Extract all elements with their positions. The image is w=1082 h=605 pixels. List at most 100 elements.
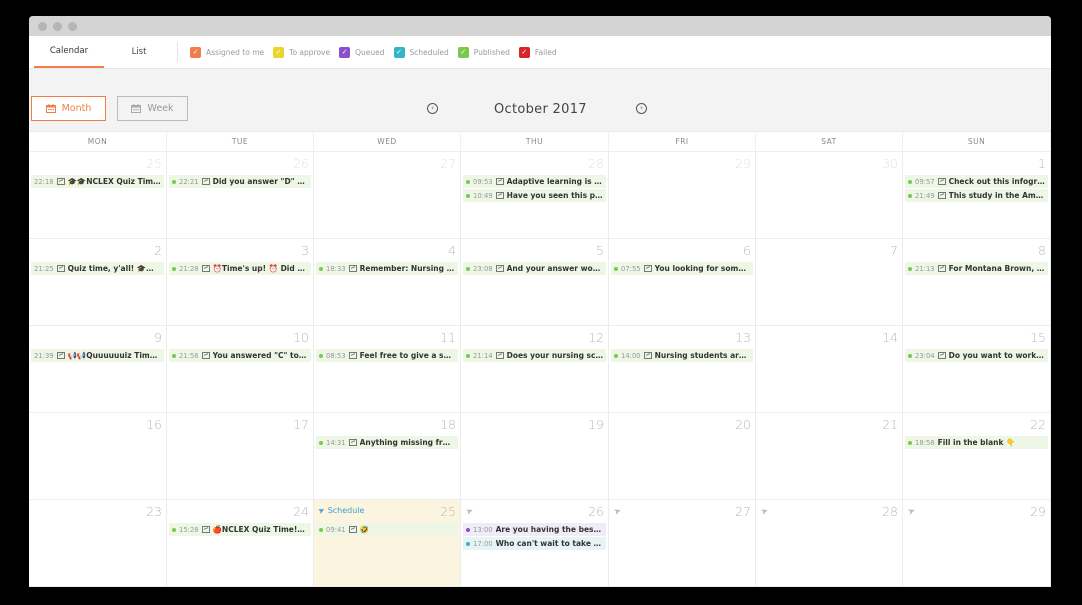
day-number: 27 [735,504,751,519]
post-text: ⏰Time's up! ⏰ Did yo... [212,264,308,273]
post-item-published[interactable]: 21:56 You answered "C" to thi... [169,349,311,362]
post-item-published[interactable]: 08:53 Feel free to give a shout... [316,349,458,362]
image-icon [937,265,946,272]
day-cell[interactable]: 11 08:53 Feel free to give a shout... [314,326,461,412]
checkbox-icon[interactable]: ✓ [457,46,469,58]
weekday-header: TUE [167,132,314,151]
day-cell[interactable]: 15 23:04 Do you want to work at ... [903,326,1051,412]
post-item-published[interactable]: 14:31 Anything missing from t... [316,436,458,449]
status-dot-icon [466,527,470,532]
day-cell[interactable]: 9 21:39 📢📢Quuuuuuiz Time! ... [29,326,167,412]
status-filter-legend: ✓ Assigned to me ✓ To approve ✓ Queued ✓ Schedu… [190,36,560,68]
next-month-icon[interactable]: › [636,103,647,114]
day-cell[interactable]: 16 [29,413,167,499]
day-cell[interactable]: 25 22:18 🎓🎓NCLEX Quiz Time! ... [29,152,167,238]
day-cell-today[interactable]: ➤ Schedule 25 09:41 🤣 [314,500,461,586]
day-number: 17 [293,417,309,432]
month-view-button[interactable]: Month [31,96,106,121]
tab-list[interactable]: List [104,36,174,68]
post-item-published[interactable]: 22:21 Did you answer "D" to t... [169,175,311,188]
post-time: 21:39 [34,351,54,360]
legend-filter-failed[interactable]: ✓ Failed [518,46,557,58]
send-icon[interactable]: ➤ [907,506,918,518]
image-icon [348,439,357,446]
week-view-button[interactable]: Week [117,96,188,121]
post-item-published[interactable]: 18:58 Fill in the blank 👇 [905,436,1048,449]
day-cell[interactable]: 29 [609,152,756,238]
day-cell[interactable]: ➤ 28 [756,500,903,586]
status-dot-icon [908,193,912,198]
day-cell[interactable]: 17 [167,413,314,499]
post-item-scheduled[interactable]: 17:00Who can't wait to take the... [463,537,606,550]
post-item-published[interactable]: 18:33 Remember: Nursing sch... [316,262,458,275]
send-icon[interactable]: ➤ [613,506,624,518]
legend-filter-scheduled[interactable]: ✓ Scheduled [393,46,449,58]
day-cell[interactable]: 3 21:28 ⏰Time's up! ⏰ Did yo... [167,239,314,325]
post-item-published[interactable]: 09:41 🤣 [316,523,458,536]
checkbox-icon[interactable]: ✓ [339,46,351,58]
day-cell[interactable]: 30 [756,152,903,238]
send-icon[interactable]: ➤ [760,506,771,518]
day-cell[interactable]: ➤ 27 [609,500,756,586]
post-item-published[interactable]: 21:28 ⏰Time's up! ⏰ Did yo... [169,262,311,275]
day-cell[interactable]: 6 07:55 You looking for some n... [609,239,756,325]
post-item-published[interactable]: 22:18 🎓🎓NCLEX Quiz Time! ... [31,175,164,188]
legend-filter-to-approve[interactable]: ✓ To approve [273,46,330,58]
legend-filter-queued[interactable]: ✓ Queued [339,46,385,58]
post-item-published[interactable]: 21:13 For Montana Brown, sh... [905,262,1048,275]
post-item-published[interactable]: 21:14 Does your nursing scho... [463,349,606,362]
checkbox-icon[interactable]: ✓ [190,46,201,58]
day-cell[interactable]: 27 [314,152,461,238]
day-cell[interactable]: 13 14:00 Nursing students are th... [609,326,756,412]
legend-filter-assigned-to-me[interactable]: ✓ Assigned to me [190,46,264,58]
post-item-queued[interactable]: 13:00Are you having the best ye... [463,523,606,536]
schedule-button[interactable]: ➤ Schedule [316,505,364,516]
prev-month-icon[interactable]: ‹ [427,103,438,114]
day-cell[interactable]: 20 [609,413,756,499]
day-cell[interactable]: 18 14:31 Anything missing from t... [314,413,461,499]
post-item-published[interactable]: 10:49 Have you seen this phot... [463,189,606,202]
post-list: 21:28 ⏰Time's up! ⏰ Did yo... [169,262,311,275]
post-item-published[interactable]: 21:39 📢📢Quuuuuuiz Time! ... [31,349,164,362]
checkbox-icon[interactable]: ✓ [518,46,530,58]
day-cell[interactable]: 1 09:57 Check out this infograp... 21:49 Thi… [903,152,1051,238]
day-cell[interactable]: 14 [756,326,903,412]
day-cell[interactable]: 28 09:53 Adaptive learning is a p... 10:49 H… [461,152,609,238]
day-cell[interactable]: 2 21:25 Quiz time, y'all! 🎓Whic... [29,239,167,325]
day-cell[interactable]: ➤ 29 [903,500,1051,586]
day-cell[interactable]: 5 23:08 And your answer would... [461,239,609,325]
post-item-published[interactable]: 23:04 Do you want to work at ... [905,349,1048,362]
checkbox-icon[interactable]: ✓ [393,46,405,58]
image-icon [643,352,652,359]
day-cell[interactable]: ➤2613:00Are you having the best ye...17:… [461,500,609,586]
day-cell[interactable]: 8 21:13 For Montana Brown, sh... [903,239,1051,325]
post-item-published[interactable]: 09:53 Adaptive learning is a p... [463,175,606,188]
post-text: 🎓🎓NCLEX Quiz Time! ... [67,177,161,186]
post-item-published[interactable]: 21:25 Quiz time, y'all! 🎓Whic... [31,262,164,275]
post-item-published[interactable]: 15:28 🍎NCLEX Quiz Time!🍎 ... [169,523,311,536]
post-item-published[interactable]: 23:08 And your answer would... [463,262,606,275]
post-item-published[interactable]: 21:49 This study in the Americ... [905,189,1048,202]
post-item-published[interactable]: 09:57 Check out this infograp... [905,175,1048,188]
window-close-button[interactable] [38,22,47,31]
window-maximize-button[interactable] [68,22,77,31]
checkbox-icon[interactable]: ✓ [273,46,285,58]
legend-filter-published[interactable]: ✓ Published [457,46,510,58]
day-cell[interactable]: 7 [756,239,903,325]
day-cell[interactable]: 12 21:14 Does your nursing scho... [461,326,609,412]
status-dot-icon [319,266,323,271]
day-cell[interactable]: 23 [29,500,167,586]
day-cell[interactable]: 26 22:21 Did you answer "D" to t... [167,152,314,238]
day-cell[interactable]: 4 18:33 Remember: Nursing sch... [314,239,461,325]
day-cell[interactable]: 24 15:28 🍎NCLEX Quiz Time!🍎 ... [167,500,314,586]
send-icon[interactable]: ➤ [465,506,476,518]
day-cell[interactable]: 22 18:58 Fill in the blank 👇 [903,413,1051,499]
post-item-published[interactable]: 07:55 You looking for some n... [611,262,753,275]
post-item-published[interactable]: 14:00 Nursing students are th... [611,349,753,362]
day-cell[interactable]: 19 [461,413,609,499]
day-cell[interactable]: 10 21:56 You answered "C" to thi... [167,326,314,412]
day-cell[interactable]: 21 [756,413,903,499]
window-minimize-button[interactable] [53,22,62,31]
tab-calendar[interactable]: Calendar [34,36,104,68]
legend-label: Scheduled [409,47,449,57]
